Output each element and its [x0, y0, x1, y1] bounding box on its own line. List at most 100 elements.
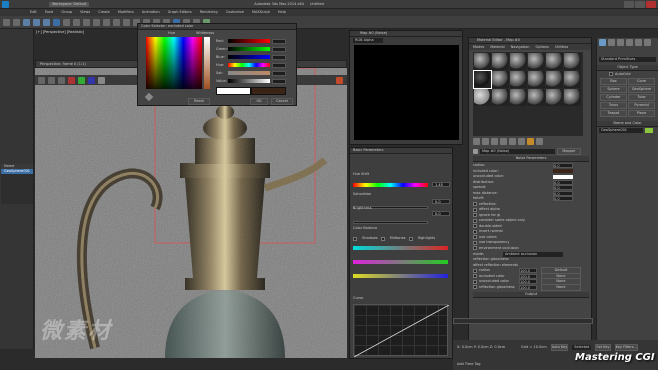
menu-views[interactable]: Views: [80, 10, 90, 15]
value-slider[interactable]: [228, 79, 270, 83]
bind-icon[interactable]: [43, 18, 50, 26]
param-check[interactable]: [473, 218, 477, 223]
param-field[interactable]: 0.0: [553, 190, 573, 196]
scene-explorer-item[interactable]: GeoSphere001: [1, 169, 33, 174]
eyedropper-pick-icon[interactable]: [473, 148, 478, 154]
unique-icon[interactable]: [518, 138, 525, 145]
shadows-check[interactable]: [353, 236, 357, 241]
sample-slot[interactable]: [474, 53, 491, 70]
assign-material-icon[interactable]: [491, 138, 498, 145]
alpha-channel-icon[interactable]: [98, 76, 105, 84]
get-material-icon[interactable]: [473, 138, 480, 145]
mirror-icon[interactable]: [123, 18, 130, 26]
brightness-slider[interactable]: [353, 221, 428, 224]
extra-check[interactable]: [473, 274, 477, 279]
yellow-blue-slider[interactable]: [353, 274, 448, 278]
sample-slot[interactable]: [546, 53, 563, 70]
sample-slot[interactable]: [528, 71, 545, 88]
param-field[interactable]: 0.0: [553, 179, 573, 185]
included-color-swatch[interactable]: [553, 169, 573, 174]
clone-window-icon[interactable]: [58, 76, 65, 84]
sat-slider[interactable]: [228, 71, 270, 75]
value-field[interactable]: [272, 78, 286, 84]
plane-button[interactable]: Plane: [628, 110, 655, 117]
param-check[interactable]: [473, 207, 477, 212]
brightness-field[interactable]: 0.0: [432, 211, 450, 216]
sample-slot[interactable]: [492, 71, 509, 88]
add-time-tag[interactable]: Add Time Tag: [457, 362, 481, 367]
sample-slot[interactable]: [546, 89, 563, 106]
menu-create[interactable]: Create: [98, 10, 110, 15]
create-tab-icon[interactable]: [599, 39, 606, 46]
sample-slot[interactable]: [528, 89, 545, 106]
pyramid-button[interactable]: Pyramid: [628, 102, 655, 109]
geosphere-button[interactable]: GeoSphere: [628, 86, 655, 93]
curve-graph[interactable]: [353, 304, 449, 357]
output-section-header[interactable]: Output: [473, 292, 589, 298]
menu-maxscript[interactable]: MAXScript: [252, 10, 270, 15]
put-to-scene-icon[interactable]: [482, 138, 489, 145]
utilities-tab-icon[interactable]: [644, 39, 651, 46]
select-icon[interactable]: [53, 18, 60, 26]
menu-rendering[interactable]: Rendering: [200, 10, 218, 15]
box-button[interactable]: Box: [600, 78, 627, 85]
menu-tools[interactable]: Tools: [45, 10, 54, 15]
magenta-green-slider[interactable]: [353, 260, 448, 264]
auto-key-button[interactable]: Auto Key: [550, 343, 569, 351]
param-field[interactable]: 0.0: [553, 163, 573, 169]
key-filters-button[interactable]: Key Filters...: [614, 343, 638, 351]
blue-slider[interactable]: [228, 55, 270, 59]
select-by-name-icon[interactable]: [63, 18, 70, 26]
hierarchy-tab-icon[interactable]: [617, 39, 624, 46]
extra-field[interactable]: 100.0: [519, 284, 537, 290]
viewport-left-label[interactable]: [+] [Perspective] [Realistic]: [36, 30, 136, 37]
green-channel-icon[interactable]: [78, 76, 85, 84]
param-check[interactable]: [473, 229, 477, 234]
copy-image-icon[interactable]: [48, 76, 55, 84]
hue-shift-slider[interactable]: [353, 183, 428, 187]
selected-dropdown[interactable]: Selected: [572, 344, 592, 350]
move-icon[interactable]: [83, 18, 90, 26]
map-name-field[interactable]: Map #0 (Noise): [480, 148, 555, 154]
param-check[interactable]: [473, 224, 477, 229]
sphere-button[interactable]: Sphere: [600, 86, 627, 93]
cancel-button[interactable]: Cancel: [271, 98, 293, 105]
sample-slot[interactable]: [564, 53, 581, 70]
reset-button[interactable]: Reset: [188, 98, 210, 105]
menu-modifiers[interactable]: Modifiers: [118, 10, 134, 15]
tube-button[interactable]: Tube: [628, 94, 655, 101]
save-image-icon[interactable]: [38, 76, 45, 84]
unoccluded-color-swatch[interactable]: [553, 174, 573, 179]
blue-field[interactable]: [272, 54, 286, 60]
green-field[interactable]: [272, 46, 286, 52]
extra-check[interactable]: [473, 285, 477, 290]
hue-spectrum[interactable]: [146, 37, 202, 89]
menu-help[interactable]: Help: [278, 10, 286, 15]
sample-slot[interactable]: [510, 89, 527, 106]
cyan-red-slider[interactable]: [353, 246, 448, 250]
extra-field[interactable]: 100.0: [519, 273, 537, 279]
cone-button[interactable]: Cone: [628, 78, 655, 85]
map-type-button[interactable]: Mapper: [557, 147, 581, 155]
param-check[interactable]: [473, 246, 477, 251]
param-check[interactable]: [473, 202, 477, 207]
highlights-check[interactable]: [408, 236, 413, 241]
workspace-dropdown[interactable]: Workspace: Default: [49, 1, 90, 7]
menu-animation[interactable]: Animation: [142, 10, 160, 15]
extra-field[interactable]: 100.0: [519, 279, 537, 285]
modify-tab-icon[interactable]: [608, 39, 615, 46]
param-check[interactable]: [473, 240, 477, 245]
copy-material-icon[interactable]: [509, 138, 516, 145]
maximize-icon[interactable]: [635, 0, 645, 8]
go-to-parent-icon[interactable]: [536, 138, 543, 145]
menu-graph-editors[interactable]: Graph Editors: [168, 10, 192, 15]
scale-icon[interactable]: [103, 18, 110, 26]
extra-check[interactable]: [473, 279, 477, 284]
rotate-icon[interactable]: [93, 18, 100, 26]
minimize-icon[interactable]: [624, 0, 634, 8]
render-button-icon[interactable]: [336, 76, 343, 84]
sample-slot[interactable]: [564, 71, 581, 88]
param-check[interactable]: [473, 235, 477, 240]
param-check[interactable]: [473, 213, 477, 218]
menu-group[interactable]: Group: [61, 10, 72, 15]
